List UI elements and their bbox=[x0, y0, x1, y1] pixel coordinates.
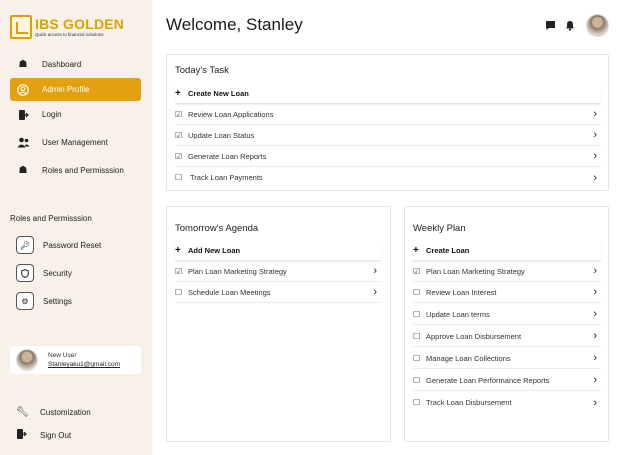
sidebar-item-label: User Management bbox=[42, 138, 108, 147]
sidebar-item-settings[interactable]: ⚙ Settings bbox=[16, 291, 72, 311]
plus-icon: + bbox=[175, 244, 181, 256]
create-new-loan-button[interactable]: + Create New Loan bbox=[175, 83, 601, 104]
brand-logo[interactable]: IBS GOLDEN Quick access to financial sol… bbox=[10, 14, 135, 40]
brand-title: IBS GOLDEN bbox=[35, 15, 125, 32]
sidebar-item-password-reset[interactable]: 🔑︎ Password Reset bbox=[16, 235, 101, 255]
sidebar-item-label: Roles and Permisssion bbox=[42, 166, 124, 175]
chevron-right-icon: › bbox=[593, 308, 597, 320]
checkbox-checked-icon[interactable]: ☑ bbox=[413, 267, 424, 276]
tomorrow-agenda-card: Tomorrow's Agenda + Add New Loan ☑ Plan … bbox=[166, 206, 391, 442]
chevron-right-icon: › bbox=[593, 265, 597, 277]
key-icon: 🔑︎ bbox=[16, 236, 34, 254]
sidebar-item-security[interactable]: Security bbox=[16, 263, 72, 283]
sidebar-item-login[interactable]: Login bbox=[10, 103, 141, 126]
bell-icon[interactable] bbox=[565, 20, 575, 34]
gear-icon: ⚙ bbox=[16, 292, 34, 310]
sidebar-item-label: Password Reset bbox=[43, 240, 102, 250]
sidebar: IBS GOLDEN Quick access to financial sol… bbox=[0, 0, 152, 455]
sidebar-item-label: Admin Profile bbox=[42, 85, 90, 94]
checkbox-checked-icon[interactable]: ☑ bbox=[175, 110, 186, 119]
card-title: Weekly Plan bbox=[413, 223, 466, 234]
sidebar-item-label: Customization bbox=[40, 407, 91, 417]
users-icon bbox=[16, 136, 30, 150]
sidebar-item-customization[interactable]: 🔧︎ Customization bbox=[16, 404, 91, 420]
sidebar-item-admin-profile[interactable]: Admin Profile bbox=[10, 78, 141, 101]
checkbox-empty-icon[interactable]: ☐ bbox=[175, 173, 186, 182]
sidebar-item-user-management[interactable]: User Management bbox=[10, 131, 141, 154]
chevron-right-icon: › bbox=[593, 374, 597, 386]
checkbox-empty-icon[interactable]: ☐ bbox=[413, 288, 424, 297]
plus-icon: + bbox=[175, 87, 181, 99]
chevron-right-icon: › bbox=[593, 286, 597, 298]
checkbox-empty-icon[interactable]: ☐ bbox=[175, 288, 186, 297]
today-task-card: Today's Task + Create New Loan ☑ Review … bbox=[166, 54, 609, 191]
task-item[interactable]: ☐ Approve Loan Disbursement › bbox=[413, 326, 601, 347]
sidebar-item-label: Security bbox=[43, 268, 72, 278]
checkbox-empty-icon[interactable]: ☐ bbox=[413, 354, 424, 363]
home-icon: ☗ bbox=[18, 165, 28, 176]
shield-icon bbox=[16, 264, 34, 282]
checkbox-empty-icon[interactable]: ☐ bbox=[413, 398, 424, 407]
home-icon: ☗ bbox=[18, 59, 28, 70]
sidebar-item-label: Settings bbox=[43, 296, 72, 306]
task-item[interactable]: ☑ Review Loan Applications › bbox=[175, 104, 601, 125]
sidebar-item-dashboard[interactable]: ☗ Dashboard bbox=[10, 53, 141, 76]
logout-icon bbox=[16, 428, 28, 443]
sidebar-item-label: Login bbox=[42, 110, 62, 119]
user-card[interactable]: New User Stanleyaku1@gmail.com bbox=[10, 346, 141, 374]
header-avatar[interactable] bbox=[586, 14, 609, 37]
sidebar-item-label: Dashboard bbox=[42, 60, 82, 69]
task-item[interactable]: ☑ Generate Loan Reports › bbox=[175, 146, 601, 167]
task-item[interactable]: ☐ Review Loan Interest › bbox=[413, 282, 601, 303]
chevron-right-icon: › bbox=[593, 171, 597, 184]
checkbox-checked-icon[interactable]: ☑ bbox=[175, 131, 186, 140]
checkbox-checked-icon[interactable]: ☑ bbox=[175, 152, 186, 161]
brand-tagline: Quick access to financial solutions bbox=[35, 31, 104, 37]
task-item[interactable]: ☐ Track Loan Payments › bbox=[175, 167, 601, 188]
chevron-right-icon: › bbox=[593, 352, 597, 364]
sidebar-item-sign-out[interactable]: Sign Out bbox=[16, 427, 71, 443]
chevron-right-icon: › bbox=[373, 265, 377, 277]
user-email[interactable]: Stanleyaku1@gmail.com bbox=[48, 361, 120, 368]
sidebar-item-roles-permission[interactable]: ☗ Roles and Permisssion bbox=[10, 159, 141, 182]
wrench-icon: 🔧︎ bbox=[16, 406, 29, 418]
task-item[interactable]: ☐ Update Loan terms › bbox=[413, 304, 601, 325]
checkbox-empty-icon[interactable]: ☐ bbox=[413, 376, 424, 385]
create-loan-button[interactable]: + Create Loan bbox=[413, 240, 601, 261]
avatar bbox=[16, 349, 38, 371]
task-item[interactable]: ☐ Manage Loan Collections › bbox=[413, 348, 601, 369]
checkbox-empty-icon[interactable]: ☐ bbox=[413, 310, 424, 319]
login-icon bbox=[16, 108, 30, 122]
weekly-plan-card: Weekly Plan + Create Loan ☑ Plan Loan Ma… bbox=[404, 206, 609, 442]
task-item[interactable]: ☐ Generate Loan Performance Reports › bbox=[413, 370, 601, 391]
chevron-right-icon: › bbox=[373, 286, 377, 298]
task-item[interactable]: ☑ Plan Loan Marketing Strategy › bbox=[413, 261, 601, 282]
task-item[interactable]: ☐ Schedule Loan Meetings › bbox=[175, 282, 381, 303]
task-item[interactable]: ☑ Update Loan Status › bbox=[175, 125, 601, 146]
page-title: Welcome, Stanley bbox=[166, 15, 303, 34]
section-label-roles: Roles and Permisssion bbox=[10, 214, 92, 223]
chevron-right-icon: › bbox=[593, 330, 597, 342]
user-name: New User bbox=[48, 352, 77, 359]
plus-icon: + bbox=[413, 244, 419, 256]
checkbox-checked-icon[interactable]: ☑ bbox=[175, 267, 186, 276]
chevron-right-icon: › bbox=[593, 108, 597, 120]
message-icon[interactable] bbox=[545, 20, 556, 34]
sidebar-item-label: Sign Out bbox=[40, 430, 72, 440]
checkbox-empty-icon[interactable]: ☐ bbox=[413, 332, 424, 341]
task-item[interactable]: ☑ Plan Loan Marketing Strategy › bbox=[175, 261, 381, 282]
chevron-right-icon: › bbox=[593, 396, 597, 409]
logo-mark-icon bbox=[10, 15, 32, 39]
user-circle-icon bbox=[16, 83, 30, 97]
chevron-right-icon: › bbox=[593, 150, 597, 162]
card-title: Tomorrow's Agenda bbox=[175, 223, 259, 234]
add-new-loan-button[interactable]: + Add New Loan bbox=[175, 240, 381, 261]
card-title: Today's Task bbox=[175, 65, 229, 76]
task-item[interactable]: ☐ Track Loan Disbursement › bbox=[413, 392, 601, 413]
chevron-right-icon: › bbox=[593, 129, 597, 141]
